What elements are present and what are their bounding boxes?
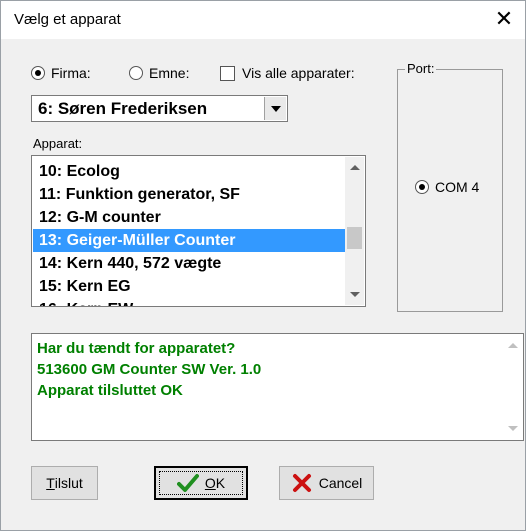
apparat-listbox[interactable]: 10: Ecolog 11: Funktion generator, SF 12… [31, 155, 366, 307]
ok-button[interactable]: OK [154, 466, 248, 500]
radio-firma-dot[interactable] [31, 66, 45, 80]
list-item[interactable]: 12: G-M counter [33, 206, 345, 229]
vis-alle-label: Vis alle apparater: [242, 65, 355, 81]
message-line: 513600 GM Counter SW Ver. 1.0 [37, 361, 262, 378]
scroll-down-icon[interactable] [350, 292, 360, 297]
scroll-up-icon[interactable] [350, 165, 360, 170]
scroll-thumb[interactable] [347, 227, 362, 249]
tilslut-mnemonic: T [46, 475, 55, 491]
message-scrollbar[interactable] [503, 335, 522, 439]
radio-emne-label: Emne: [149, 65, 190, 81]
message-line: Har du tændt for apparatet? [37, 340, 236, 357]
list-item[interactable]: 14: Kern 440, 572 vægte [33, 252, 345, 275]
status-message-box: Har du tændt for apparatet? 513600 GM Co… [31, 333, 524, 441]
list-item[interactable]: 10: Ecolog [33, 160, 345, 183]
tilslut-label: ilslut [54, 475, 83, 491]
list-item-selected[interactable]: 13: Geiger-Müller Counter [33, 229, 345, 252]
list-item[interactable]: 16: Kern EW [33, 298, 345, 306]
radio-firma[interactable]: Firma: [31, 65, 91, 81]
radio-firma-label: Firma: [51, 65, 91, 81]
radio-emne[interactable]: Emne: [129, 65, 189, 81]
cancel-button[interactable]: Cancel [279, 466, 374, 500]
vis-alle-checkbox[interactable] [220, 65, 235, 81]
window-title: Vælg et apparat [14, 11, 121, 28]
scroll-down-icon[interactable] [508, 426, 518, 431]
port-legend: Port: [405, 61, 437, 76]
focus-rect [159, 471, 243, 495]
title-bar: Vælg et apparat ✕ [1, 1, 525, 39]
chevron-down-icon[interactable] [264, 97, 286, 120]
device-dialog: Vælg et apparat ✕ Firma: Emne: Vis alle … [0, 0, 526, 531]
close-icon[interactable]: ✕ [489, 4, 519, 34]
company-combobox-value: 6: Søren Frederiksen [38, 99, 208, 118]
cancel-label: Cancel [318, 475, 363, 491]
list-item[interactable]: 11: Funktion generator, SF [33, 183, 345, 206]
company-combobox[interactable]: 6: Søren Frederiksen [31, 95, 288, 122]
message-line: Apparat tilsluttet OK [37, 382, 183, 399]
list-item[interactable]: 15: Kern EG [33, 275, 345, 298]
scroll-up-icon[interactable] [508, 343, 518, 348]
apparat-scrollbar[interactable] [345, 157, 364, 305]
apparat-label: Apparat: [33, 136, 83, 151]
radio-com4-dot[interactable] [415, 180, 429, 194]
checkbox-vis-alle[interactable]: Vis alle apparater: [220, 65, 355, 81]
tilslut-button[interactable]: Tilslut [31, 466, 98, 500]
radio-com4[interactable]: COM 4 [415, 179, 479, 195]
radio-emne-dot[interactable] [129, 66, 143, 80]
red-x-icon [292, 474, 311, 492]
radio-com4-label: COM 4 [435, 179, 480, 195]
